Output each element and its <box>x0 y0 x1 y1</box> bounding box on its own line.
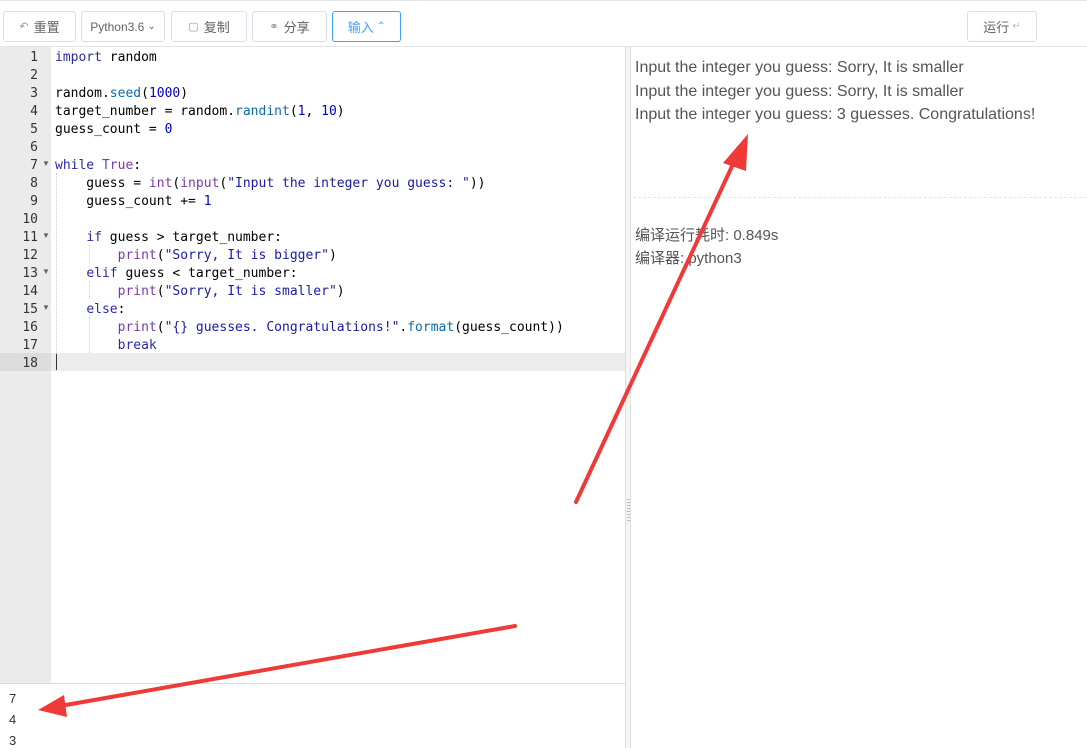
annotation-arrow-output <box>574 134 748 504</box>
annotation-overlay <box>38 134 748 717</box>
annotation-arrow-input <box>38 624 517 717</box>
